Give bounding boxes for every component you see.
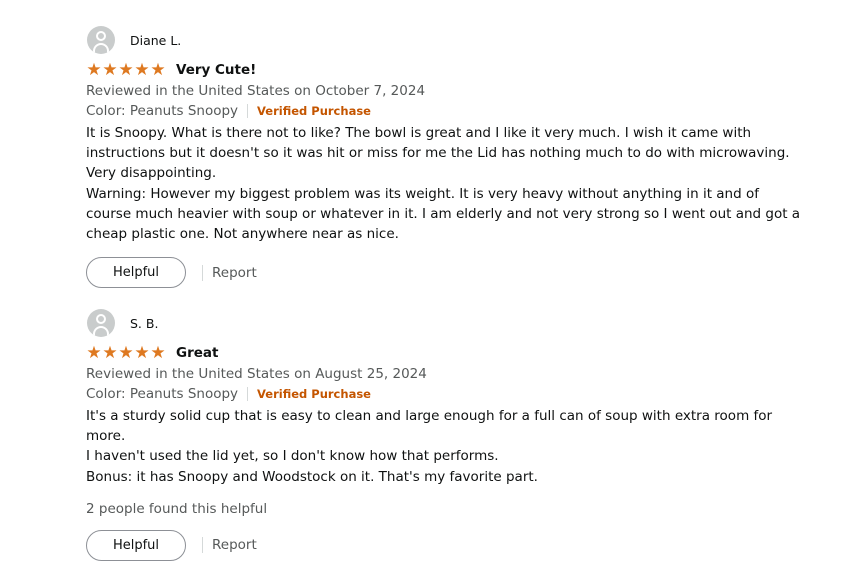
review-paragraph: Bonus: it has Snoopy and Woodstock on it… — [86, 468, 538, 485]
avatar-icon — [87, 309, 115, 337]
star-icon: ★ — [86, 59, 102, 80]
star-icon: ★ — [150, 59, 166, 80]
review-date: Reviewed in the United States on August … — [86, 366, 427, 382]
star-icon: ★ — [134, 342, 150, 363]
star-rating[interactable]: ★ ★ ★ ★ ★ — [86, 342, 166, 363]
report-link[interactable]: Report — [212, 537, 257, 553]
review-title[interactable]: Great — [176, 345, 218, 361]
reviewer-profile[interactable]: Diane L. — [86, 25, 806, 55]
variant-link[interactable]: Color: Peanuts Snoopy — [86, 101, 238, 121]
star-icon: ★ — [118, 59, 134, 80]
star-icon: ★ — [150, 342, 166, 363]
review-paragraph: I haven't used the lid yet, so I don't k… — [86, 448, 499, 465]
star-icon: ★ — [118, 342, 134, 363]
review-paragraph: Warning: However my biggest problem was … — [86, 185, 801, 243]
helpful-button[interactable]: Helpful — [86, 257, 186, 289]
review-title[interactable]: Very Cute! — [176, 62, 256, 78]
reviewer-name: Diane L. — [130, 32, 182, 48]
helpful-count: 2 people found this helpful — [86, 500, 268, 517]
star-icon: ★ — [102, 342, 118, 363]
divider — [247, 104, 249, 118]
reviewer-name: S. B. — [130, 315, 159, 331]
star-icon: ★ — [102, 59, 118, 80]
helpful-button[interactable]: Helpful — [86, 529, 186, 561]
divider — [202, 537, 203, 554]
review-body: It's a sturdy solid cup that is easy to … — [86, 406, 806, 487]
report-link[interactable]: Report — [212, 265, 257, 281]
star-icon: ★ — [86, 342, 102, 363]
divider — [247, 387, 249, 401]
reviewer-profile[interactable]: S. B. — [86, 308, 806, 338]
verified-purchase-badge: Verified Purchase — [257, 387, 371, 401]
review-card: S. B. ★ ★ ★ ★ ★ Great Reviewed in the Un… — [86, 308, 806, 561]
variant-link[interactable]: Color: Peanuts Snoopy — [86, 384, 238, 404]
review-body: It is Snoopy. What is there not to like?… — [86, 123, 806, 244]
review-paragraph: It's a sturdy solid cup that is easy to … — [86, 408, 773, 445]
verified-purchase-badge: Verified Purchase — [257, 104, 371, 118]
star-rating[interactable]: ★ ★ ★ ★ ★ — [86, 59, 166, 80]
divider — [202, 264, 203, 281]
review-paragraph: It is Snoopy. What is there not to like?… — [86, 125, 790, 182]
review-card: Diane L. ★ ★ ★ ★ ★ Very Cute! Reviewed i… — [86, 25, 806, 289]
review-date: Reviewed in the United States on October… — [86, 83, 426, 99]
star-icon: ★ — [134, 59, 150, 80]
avatar-icon — [87, 26, 115, 54]
